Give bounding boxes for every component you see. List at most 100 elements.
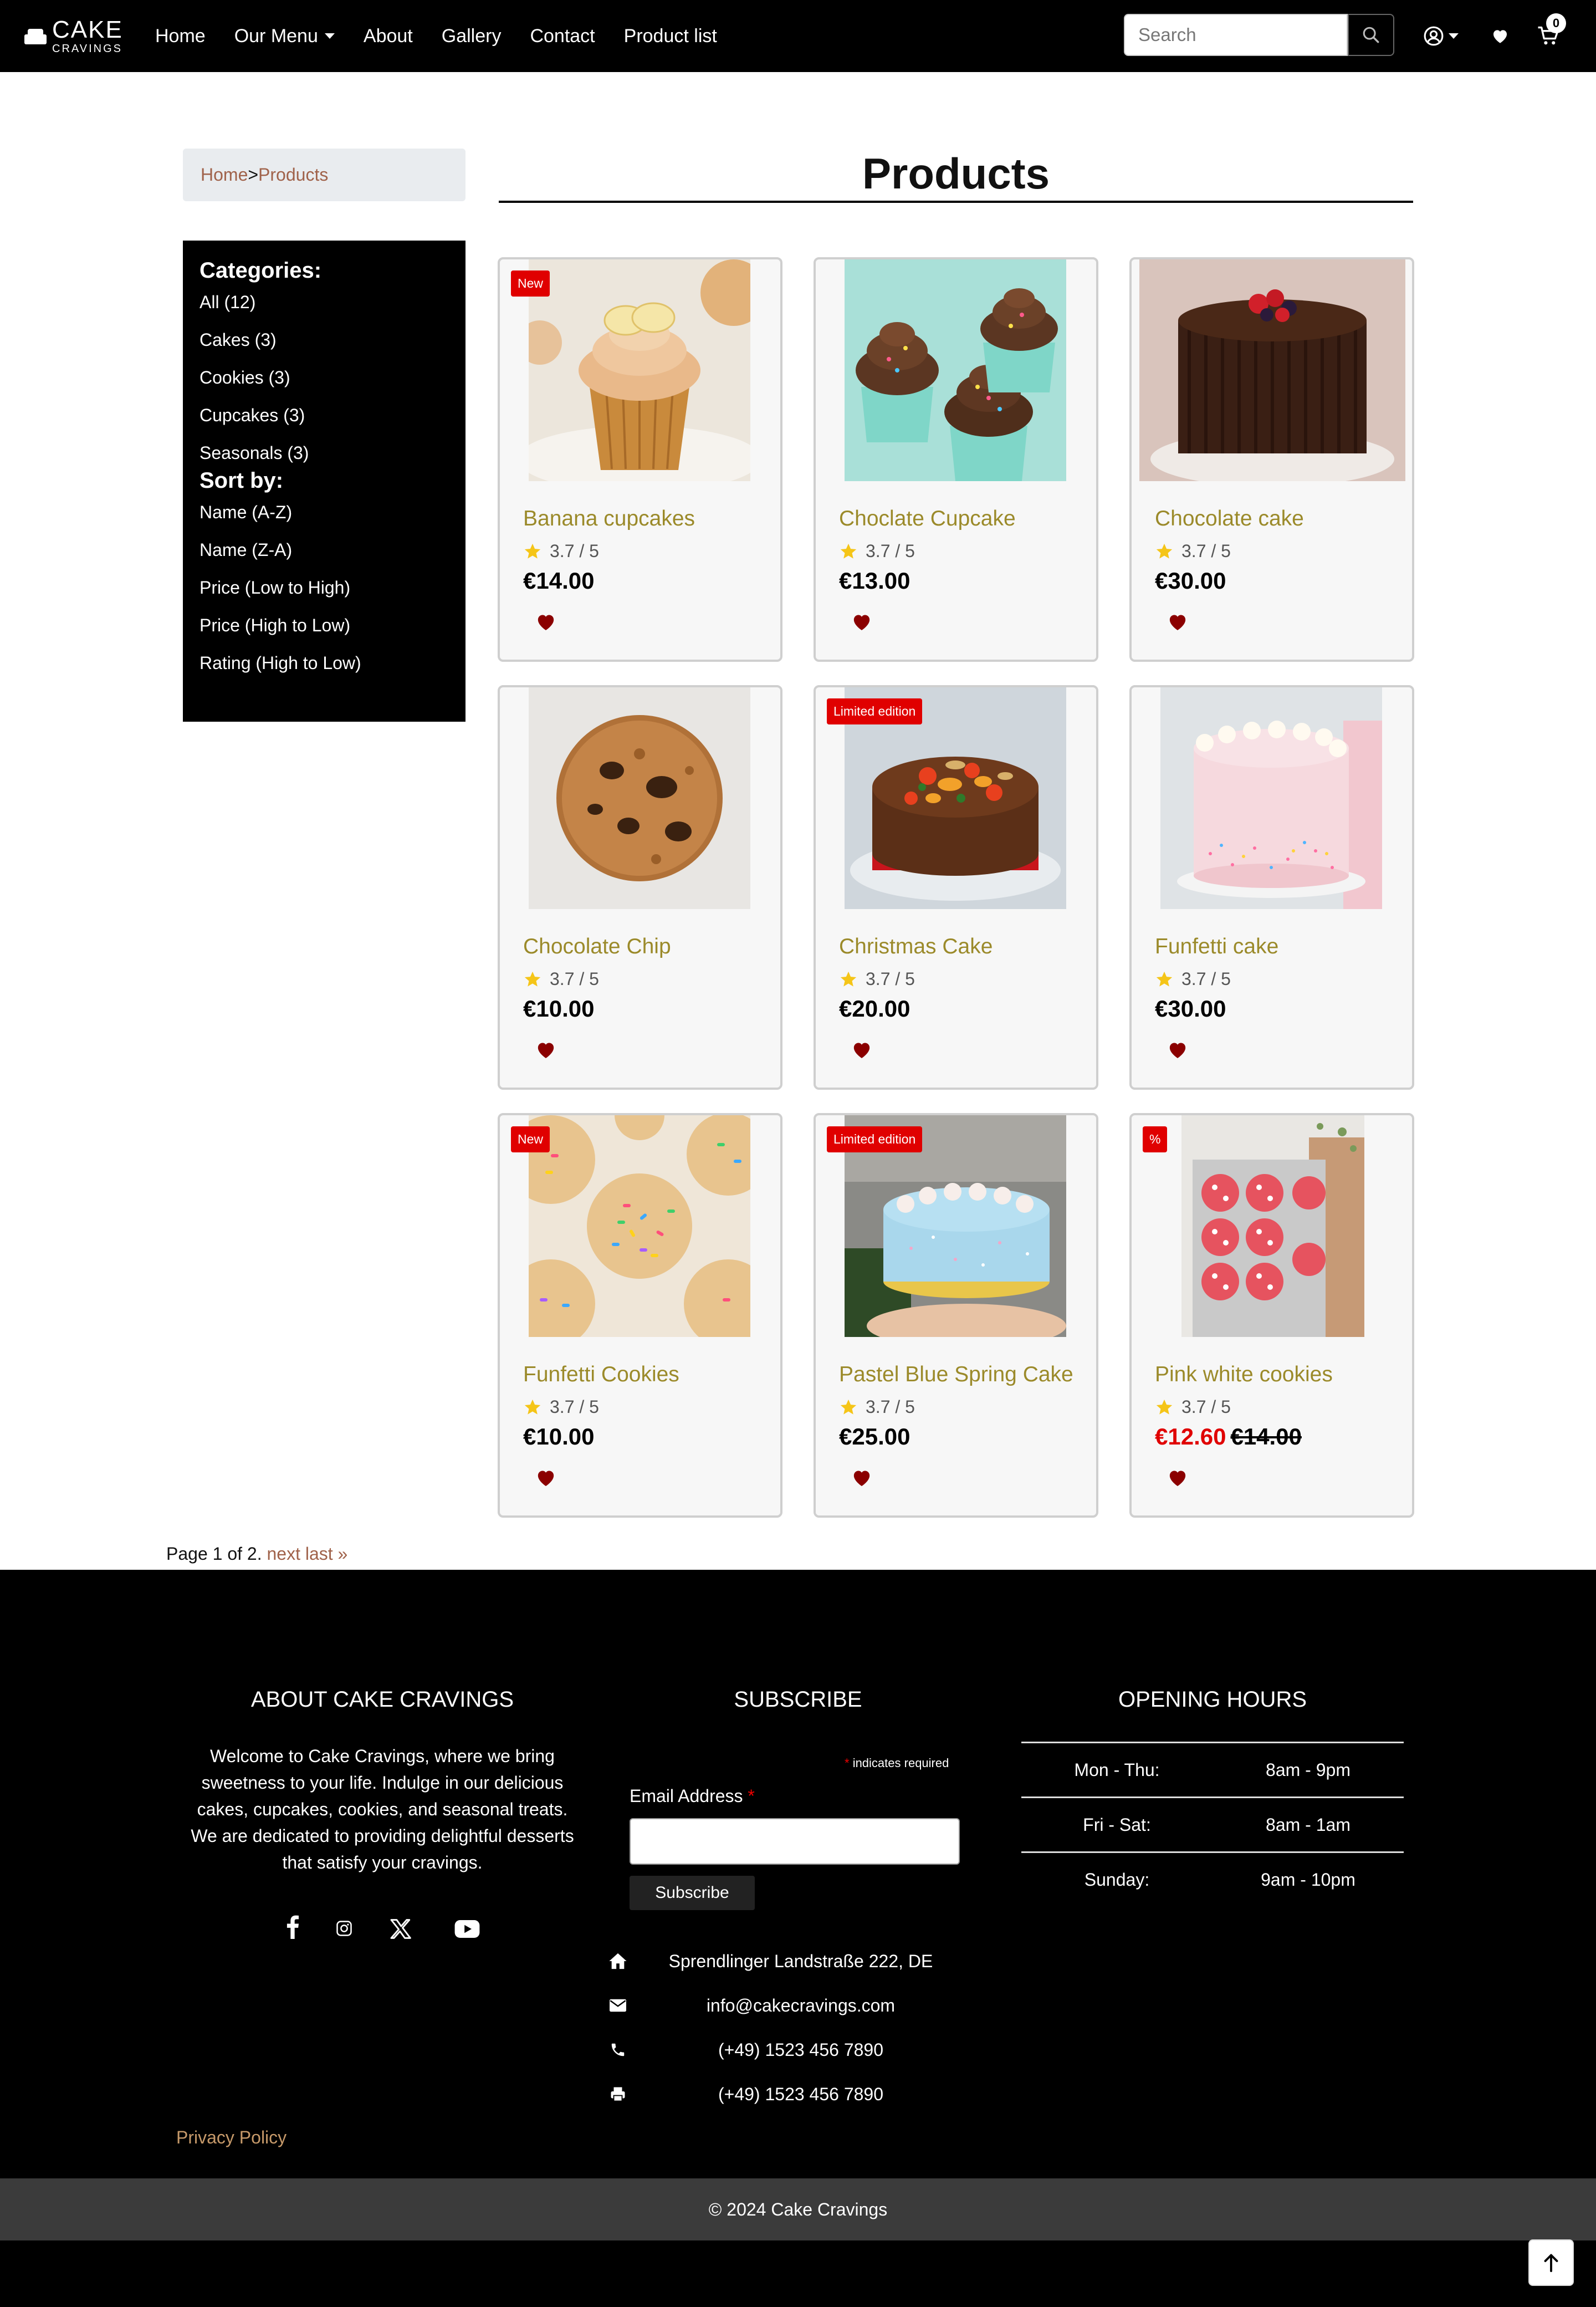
title-divider <box>499 201 1413 203</box>
add-to-wishlist-button[interactable] <box>534 611 557 636</box>
product-card[interactable]: Limited edition Pastel Blue Spring Cake … <box>814 1113 1098 1518</box>
instagram-link[interactable] <box>336 1920 352 1948</box>
home-icon <box>609 1953 627 1969</box>
product-sale-price: €12.60 <box>1155 1423 1226 1449</box>
product-badge: New <box>511 1126 550 1152</box>
product-card[interactable]: Choclate Cupcake 3.7 / 5 €13.00 <box>814 257 1098 662</box>
add-to-wishlist-button[interactable] <box>1166 611 1189 636</box>
product-image[interactable] <box>1181 1115 1364 1337</box>
product-name[interactable]: Choclate Cupcake <box>839 507 1016 531</box>
privacy-policy-link[interactable]: Privacy Policy <box>176 2127 287 2148</box>
address-text: Sprendlinger Landstraße 222, DE <box>668 1951 933 1971</box>
search-input[interactable]: Search <box>1124 14 1348 56</box>
star-icon <box>840 1399 857 1415</box>
add-to-wishlist-button[interactable] <box>1166 1467 1189 1492</box>
nav-contact[interactable]: Contact <box>530 25 595 47</box>
search-button[interactable] <box>1348 14 1394 56</box>
breadcrumb: Home > Products <box>183 149 466 201</box>
product-card[interactable]: Limited edition Christmas Cake 3.7 / 5 €… <box>814 685 1098 1090</box>
facebook-link[interactable] <box>283 1915 303 1942</box>
product-card[interactable]: % Pink white cookies 3.7 / 5 €12.60 €14.0… <box>1129 1113 1414 1518</box>
product-image[interactable] <box>529 259 750 481</box>
sort-price-asc[interactable]: Price (Low to High) <box>200 576 449 614</box>
category-all[interactable]: All (12) <box>200 291 449 329</box>
envelope-icon <box>610 1999 626 2012</box>
x-link[interactable] <box>390 1919 412 1947</box>
nav-gallery[interactable]: Gallery <box>442 25 502 47</box>
product-image[interactable] <box>1139 259 1405 481</box>
product-badge: Limited edition <box>827 698 923 724</box>
youtube-link[interactable] <box>454 1920 480 1948</box>
sort-price-desc[interactable]: Price (High to Low) <box>200 614 449 652</box>
breadcrumb-separator: > <box>248 165 259 185</box>
email-text: info@cakecravings.com <box>706 1995 896 2015</box>
product-rating: 3.7 / 5 <box>839 969 915 989</box>
product-name[interactable]: Chocolate Chip <box>523 935 671 959</box>
product-rating-text: 3.7 / 5 <box>1181 541 1231 561</box>
nav-our-menu[interactable]: Our Menu <box>234 25 335 47</box>
category-cupcakes[interactable]: Cupcakes (3) <box>200 404 449 442</box>
cake-logo-icon <box>24 28 47 44</box>
pagination-last[interactable]: last » <box>305 1544 347 1564</box>
opening-hours-table: Mon - Thu: 8am - 9pm Fri - Sat: 8am - 1am … <box>1021 1742 1404 1906</box>
nav-home[interactable]: Home <box>155 25 206 47</box>
add-to-wishlist-button[interactable] <box>850 1039 873 1064</box>
product-card[interactable]: Chocolate Chip 3.7 / 5 €10.00 <box>498 685 782 1090</box>
add-to-wishlist-button[interactable] <box>1166 1039 1189 1064</box>
product-rating-text: 3.7 / 5 <box>550 541 599 561</box>
breadcrumb-home[interactable]: Home <box>201 165 248 185</box>
sort-heading: Sort by: <box>200 468 284 493</box>
product-card[interactable]: Chocolate cake 3.7 / 5 €30.00 <box>1129 257 1414 662</box>
product-price: €13.00 <box>839 568 910 594</box>
hours-day: Sunday: <box>1084 1869 1150 1890</box>
product-image[interactable] <box>845 259 1066 481</box>
product-name[interactable]: Banana cupcakes <box>523 507 695 531</box>
footer: ABOUT CAKE CRAVINGS Welcome to Cake Crav… <box>0 1570 1596 2178</box>
subscribe-heading: SUBSCRIBE <box>734 1687 862 1712</box>
product-name[interactable]: Pastel Blue Spring Cake <box>839 1362 1073 1387</box>
scroll-to-top-button[interactable] <box>1528 2239 1574 2286</box>
account-dropdown[interactable] <box>1423 0 1459 72</box>
product-name[interactable]: Pink white cookies <box>1155 1362 1333 1387</box>
filter-sidebar: Categories: All (12) Cakes (3) Cookies (… <box>183 241 466 722</box>
email-field[interactable] <box>630 1818 960 1865</box>
category-cookies[interactable]: Cookies (3) <box>200 366 449 404</box>
contact-email[interactable]: info@cakecravings.com <box>604 1989 970 2022</box>
add-to-wishlist-button[interactable] <box>534 1039 557 1064</box>
heart-icon <box>538 615 554 630</box>
pagination-next[interactable]: next <box>267 1544 300 1564</box>
nav-about[interactable]: About <box>364 25 413 47</box>
add-to-wishlist-button[interactable] <box>850 611 873 636</box>
sort-name-asc[interactable]: Name (A-Z) <box>200 501 449 539</box>
product-image[interactable] <box>1160 687 1382 909</box>
product-name[interactable]: Funfetti Cookies <box>523 1362 679 1387</box>
product-image[interactable] <box>529 1115 750 1337</box>
cart-button[interactable] <box>1537 0 1559 72</box>
product-name[interactable]: Christmas Cake <box>839 935 993 959</box>
product-card[interactable]: Funfetti cake 3.7 / 5 €30.00 <box>1129 685 1414 1090</box>
brand-logo[interactable]: CAKE CRAVINGS <box>24 18 123 54</box>
subscribe-button[interactable]: Subscribe <box>630 1876 755 1910</box>
product-name[interactable]: Funfetti cake <box>1155 935 1278 959</box>
category-cakes[interactable]: Cakes (3) <box>200 329 449 366</box>
user-icon <box>1424 26 1444 46</box>
contact-phone[interactable]: (+49) 1523 456 7890 <box>604 2033 970 2066</box>
product-card[interactable]: New Banana cupcakes 3.7 / 5 €14.00 <box>498 257 782 662</box>
wishlist-button[interactable] <box>1491 0 1510 72</box>
sort-name-desc[interactable]: Name (Z-A) <box>200 539 449 576</box>
star-icon <box>1156 971 1173 987</box>
nav-product-list[interactable]: Product list <box>624 25 717 47</box>
product-image[interactable] <box>529 687 750 909</box>
contact-fax: (+49) 1523 456 7890 <box>604 2078 970 2111</box>
cart-count-badge: 0 <box>1546 13 1566 33</box>
product-card[interactable]: New Funfetti Cookies 3.7 / 5 €10.00 <box>498 1113 782 1518</box>
heart-icon <box>538 1043 554 1058</box>
add-to-wishlist-button[interactable] <box>534 1467 557 1492</box>
product-name[interactable]: Chocolate cake <box>1155 507 1304 531</box>
add-to-wishlist-button[interactable] <box>850 1467 873 1492</box>
breadcrumb-current[interactable]: Products <box>258 165 328 185</box>
star-icon <box>524 1399 541 1415</box>
product-rating-text: 3.7 / 5 <box>866 969 915 989</box>
sort-rating-desc[interactable]: Rating (High to Low) <box>200 652 449 690</box>
hours-time: 8am - 9pm <box>1266 1759 1351 1780</box>
